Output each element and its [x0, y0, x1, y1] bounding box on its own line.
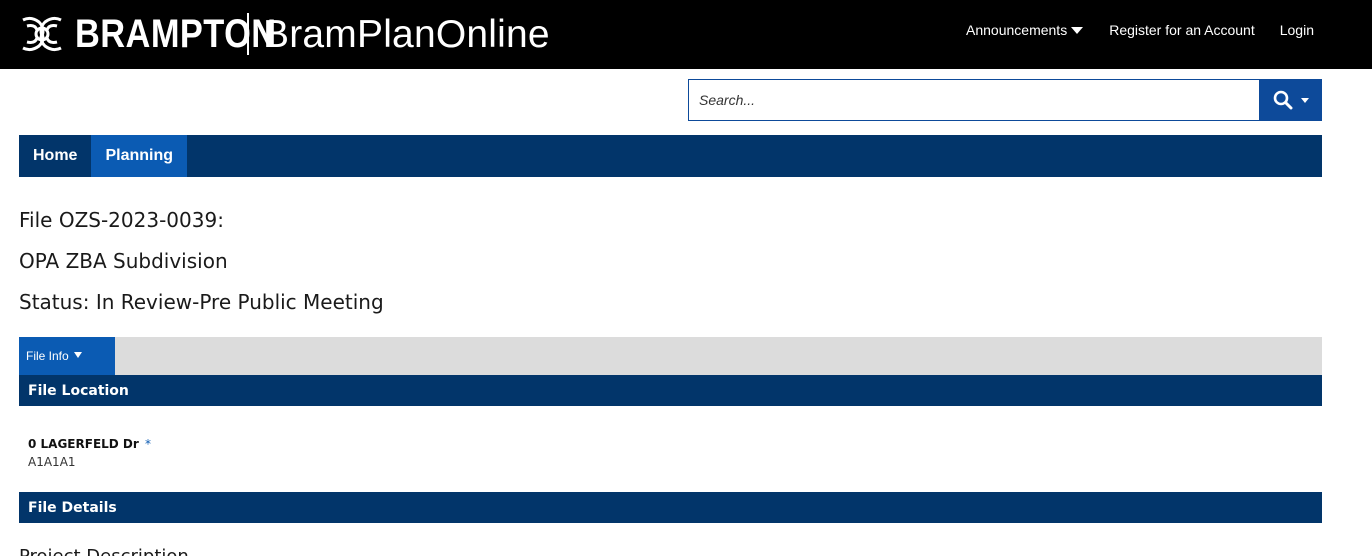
app-name: BramPlanOnline: [263, 12, 550, 56]
section-header-file-details: File Details: [19, 492, 1322, 523]
main-nav: Home Planning: [19, 135, 1322, 177]
login-link[interactable]: Login: [1280, 22, 1314, 38]
location-postal-code: A1A1A1: [28, 455, 76, 469]
address-text: 0 LAGERFELD Dr: [28, 437, 139, 451]
primary-address-marker: *: [145, 437, 151, 451]
caret-down-icon: [73, 352, 82, 358]
search-options-caret-icon: [1300, 97, 1309, 103]
tab-file-info[interactable]: File Info: [19, 337, 115, 375]
project-description-heading: Project Description: [19, 546, 189, 556]
caret-down-icon: [1071, 26, 1084, 34]
brand[interactable]: BRAMPTON BramPlanOnline: [19, 6, 550, 62]
brampton-logo-text: BRAMPTON: [75, 12, 277, 56]
location-address: 0 LAGERFELD Dr *: [28, 437, 151, 451]
nav-home[interactable]: Home: [19, 135, 91, 177]
search-input[interactable]: [688, 79, 1259, 121]
search-icon: [1273, 90, 1292, 110]
file-number-heading: File OZS-2023-0039:: [19, 208, 224, 232]
register-link[interactable]: Register for an Account: [1109, 22, 1255, 38]
search-button[interactable]: [1259, 79, 1322, 121]
file-status-heading: Status: In Review-Pre Public Meeting: [19, 290, 384, 314]
announcements-menu[interactable]: Announcements: [966, 22, 1084, 38]
top-nav: Announcements Register for an Account Lo…: [966, 22, 1314, 38]
section-header-file-location: File Location: [19, 375, 1322, 406]
brampton-flower-logo-icon: [22, 16, 62, 52]
top-header: BRAMPTON BramPlanOnline Announcements Re…: [0, 0, 1372, 69]
announcements-label: Announcements: [966, 22, 1068, 38]
file-type-heading: OPA ZBA Subdivision: [19, 249, 228, 273]
tab-bar: File Info: [19, 337, 1322, 375]
global-search: [688, 79, 1322, 121]
nav-planning[interactable]: Planning: [91, 135, 188, 177]
tab-file-info-label: File Info: [26, 349, 69, 363]
